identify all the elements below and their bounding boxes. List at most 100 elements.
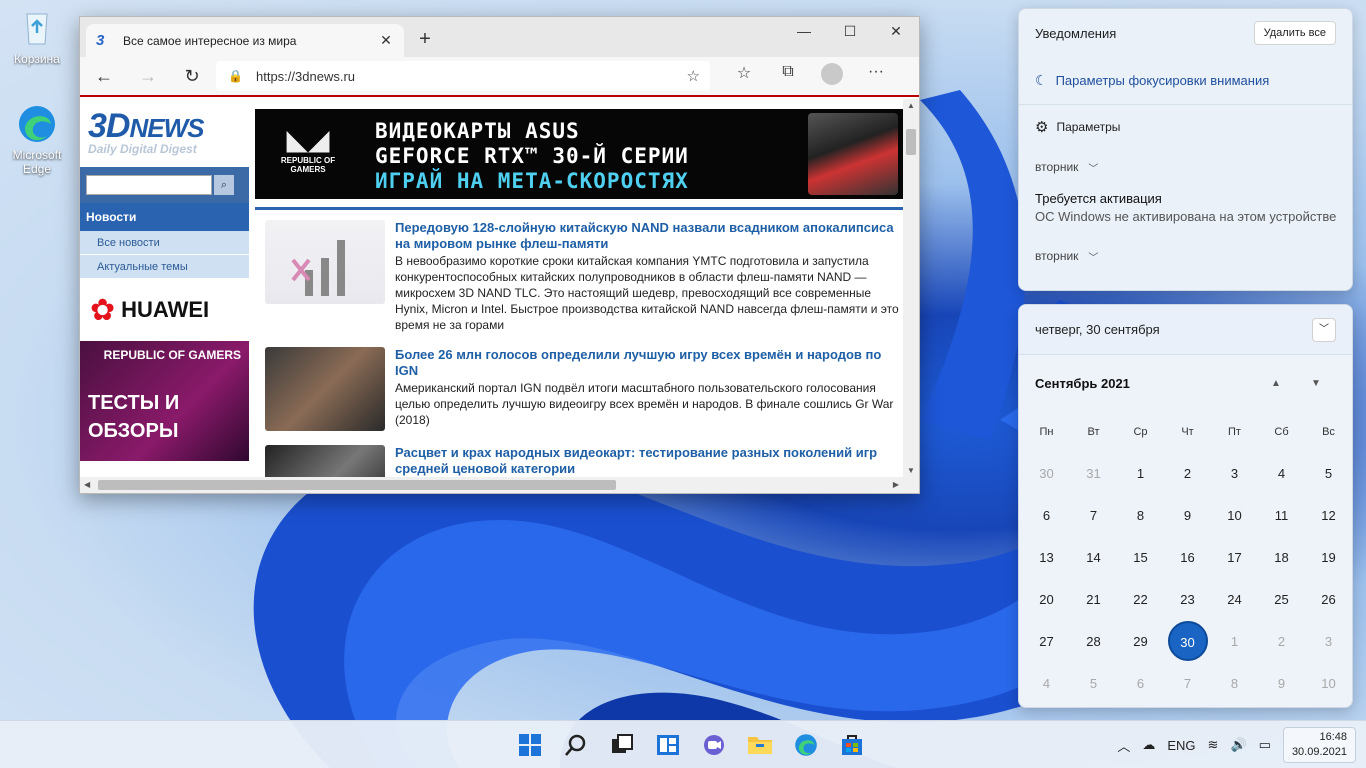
store-button[interactable] — [830, 729, 874, 761]
notification-group-header[interactable]: вторник ﹀ — [1019, 149, 1352, 185]
task-view-button[interactable] — [600, 729, 644, 761]
calendar-day[interactable]: 10 — [1305, 663, 1352, 705]
vertical-scrollbar[interactable]: ▲ ▼ — [903, 99, 919, 477]
focus-assist-link[interactable]: ☾ Параметры фокусировки внимания — [1019, 57, 1352, 105]
news-thumbnail[interactable] — [265, 347, 385, 431]
calendar-day[interactable]: 23 — [1164, 579, 1211, 621]
calendar-day[interactable]: 21 — [1070, 579, 1117, 621]
calendar-day[interactable]: 12 — [1305, 495, 1352, 537]
menu-news-header[interactable]: Новости — [80, 203, 249, 231]
calendar-day[interactable]: 22 — [1117, 579, 1164, 621]
scroll-thumb[interactable] — [98, 480, 616, 490]
favorites-icon[interactable]: ☆ — [722, 63, 766, 90]
calendar-day[interactable]: 17 — [1211, 537, 1258, 579]
calendar-day[interactable]: 5 — [1305, 453, 1352, 495]
minimize-button[interactable]: — — [781, 17, 827, 47]
calendar-day[interactable]: 3 — [1211, 453, 1258, 495]
asus-banner[interactable]: ◣◢ REPUBLIC OF GAMERS ВИДЕОКАРТЫ ASUS GE… — [255, 109, 903, 199]
desktop-icon-recycle-bin[interactable]: Корзина — [2, 8, 72, 66]
calendar-day[interactable]: 14 — [1070, 537, 1117, 579]
add-favorite-icon[interactable]: ☆ — [687, 67, 700, 85]
calendar-day[interactable]: 3 — [1305, 621, 1352, 663]
new-tab-button[interactable]: + — [412, 27, 438, 53]
site-search-input[interactable] — [86, 175, 212, 195]
battery-icon[interactable]: ▭ — [1259, 737, 1271, 753]
close-tab-icon[interactable]: ✕ — [378, 32, 394, 49]
calendar-day[interactable]: 13 — [1023, 537, 1070, 579]
scroll-up-icon[interactable]: ▲ — [903, 101, 919, 110]
next-month-icon[interactable]: ▼ — [1296, 378, 1336, 389]
previous-month-icon[interactable]: ▲ — [1256, 378, 1296, 389]
maximize-button[interactable]: ☐ — [827, 17, 873, 47]
calendar-day[interactable]: 7 — [1164, 663, 1211, 705]
calendar-day[interactable]: 24 — [1211, 579, 1258, 621]
clear-all-button[interactable]: Удалить все — [1253, 21, 1336, 45]
settings-notification[interactable]: ⚙ Параметры — [1019, 105, 1352, 149]
menu-item-all-news[interactable]: Все новости — [80, 231, 249, 255]
huawei-ad[interactable]: ✿ HUAWEI — [80, 279, 249, 341]
widgets-button[interactable] — [646, 729, 690, 761]
calendar-day[interactable]: 29 — [1117, 621, 1164, 663]
address-bar[interactable]: 🔒 https://3dnews.ru ☆ — [216, 61, 710, 91]
refresh-button[interactable]: ↻ — [176, 60, 208, 92]
back-button[interactable]: ← — [88, 60, 120, 92]
teams-chat-button[interactable] — [692, 729, 736, 761]
calendar-month[interactable]: Сентябрь 2021 — [1035, 376, 1256, 391]
news-thumbnail[interactable] — [265, 220, 385, 304]
wifi-icon[interactable]: ≋ — [1208, 737, 1219, 753]
calendar-day[interactable]: 15 — [1117, 537, 1164, 579]
calendar-day-today[interactable]: 30 — [1164, 621, 1211, 663]
forward-button[interactable]: → — [132, 60, 164, 92]
calendar-day[interactable]: 19 — [1305, 537, 1352, 579]
site-logo[interactable]: 3DNEWS Daily Digital Digest — [80, 99, 249, 167]
calendar-day[interactable]: 2 — [1258, 621, 1305, 663]
volume-icon[interactable]: 🔊 — [1230, 737, 1246, 753]
calendar-day[interactable]: 20 — [1023, 579, 1070, 621]
calendar-day[interactable]: 11 — [1258, 495, 1305, 537]
calendar-day[interactable]: 1 — [1117, 453, 1164, 495]
calendar-day[interactable]: 8 — [1211, 663, 1258, 705]
calendar-day[interactable]: 10 — [1211, 495, 1258, 537]
browser-window[interactable]: 3 Все самое интересное из мира ✕ + — ☐ ✕… — [79, 16, 920, 494]
profile-button[interactable] — [810, 62, 854, 90]
close-window-button[interactable]: ✕ — [873, 17, 919, 47]
calendar-day[interactable]: 4 — [1258, 453, 1305, 495]
calendar-day[interactable]: 25 — [1258, 579, 1305, 621]
scroll-down-icon[interactable]: ▼ — [903, 466, 919, 475]
calendar-day[interactable]: 31 — [1070, 453, 1117, 495]
search-button[interactable] — [554, 729, 598, 761]
calendar-day[interactable]: 26 — [1305, 579, 1352, 621]
scroll-left-icon[interactable]: ◀ — [84, 477, 90, 493]
calendar-day[interactable]: 5 — [1070, 663, 1117, 705]
calendar-day[interactable]: 16 — [1164, 537, 1211, 579]
more-menu-icon[interactable]: ··· — [854, 63, 898, 90]
language-indicator[interactable]: ENG — [1167, 738, 1195, 753]
calendar-day[interactable]: 6 — [1117, 663, 1164, 705]
collections-icon[interactable]: ⧉ — [766, 63, 810, 90]
news-title[interactable]: Более 26 млн голосов определили лучшую и… — [395, 347, 903, 379]
calendar-day[interactable]: 1 — [1211, 621, 1258, 663]
calendar-day[interactable]: 2 — [1164, 453, 1211, 495]
calendar-day[interactable]: 28 — [1070, 621, 1117, 663]
calendar-day[interactable]: 9 — [1258, 663, 1305, 705]
onedrive-icon[interactable]: ☁ — [1142, 737, 1155, 753]
calendar-day[interactable]: 6 — [1023, 495, 1070, 537]
search-icon[interactable]: ⌕ — [214, 175, 234, 195]
notification-group-header[interactable]: вторник ﹀ — [1019, 238, 1352, 274]
edge-taskbar-button[interactable] — [784, 729, 828, 761]
collapse-calendar-button[interactable]: ﹀ — [1312, 317, 1336, 342]
calendar-day[interactable]: 18 — [1258, 537, 1305, 579]
calendar-day[interactable]: 8 — [1117, 495, 1164, 537]
desktop-icon-edge[interactable]: Microsoft Edge — [2, 104, 72, 176]
activation-notification[interactable]: Требуется активация ОС Windows не активи… — [1019, 185, 1352, 230]
calendar-day[interactable]: 30 — [1023, 453, 1070, 495]
calendar-day[interactable]: 27 — [1023, 621, 1070, 663]
calendar-day[interactable]: 9 — [1164, 495, 1211, 537]
scroll-thumb[interactable] — [906, 129, 916, 155]
chevron-up-icon[interactable]: ︿ — [1117, 736, 1130, 755]
news-thumbnail[interactable] — [265, 445, 385, 477]
news-title[interactable]: Расцвет и крах народных видеокарт: тести… — [395, 445, 903, 477]
file-explorer-button[interactable] — [738, 729, 782, 761]
clock[interactable]: 16:48 30.09.2021 — [1282, 727, 1356, 763]
calendar-day[interactable]: 4 — [1023, 663, 1070, 705]
